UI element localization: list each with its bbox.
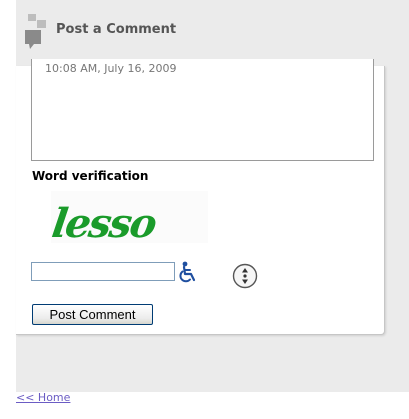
home-link[interactable]: << Home xyxy=(16,391,70,404)
word-verification-label: Word verification xyxy=(32,169,149,183)
section-title: Post a Comment xyxy=(56,22,177,37)
comment-text: 10:08 AM, July 16, 2009 xyxy=(45,62,177,75)
svg-text:lesso: lesso xyxy=(51,200,159,243)
wheelchair-accessibility-icon[interactable] xyxy=(178,261,198,283)
post-comment-button[interactable]: Post Comment xyxy=(32,304,153,325)
comment-textarea[interactable]: 10:08 AM, July 16, 2009 xyxy=(31,59,374,161)
comment-bubbles-icon xyxy=(25,14,51,50)
captcha-input[interactable] xyxy=(31,262,175,281)
captcha-image: lesso xyxy=(51,191,208,243)
audio-captcha-icon[interactable] xyxy=(232,263,258,289)
